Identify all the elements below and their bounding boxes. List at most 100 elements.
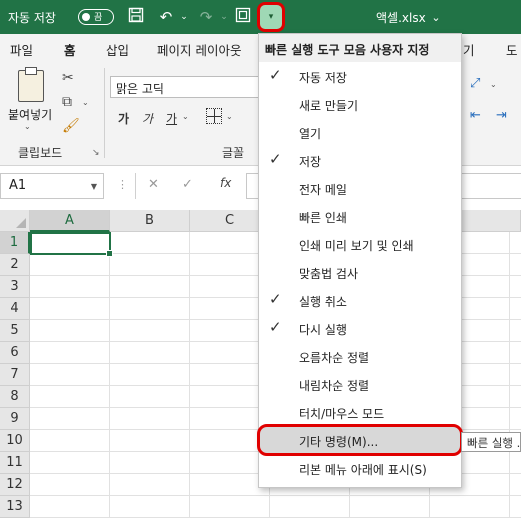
customize-qat-menu: 빠른 실행 도구 모음 사용자 지정 ✓ 자동 저장새로 만들기열기 ✓ 저장전자 메… <box>257 33 463 488</box>
menu-item[interactable]: ✓ 실행 취소 <box>259 286 461 314</box>
select-all-button[interactable] <box>0 210 30 232</box>
column-header[interactable]: A <box>30 210 110 232</box>
enter-icon[interactable]: ✓ <box>182 177 193 192</box>
increase-indent-icon[interactable]: ⇥ <box>496 108 507 123</box>
customize-qat-button[interactable]: ▾ <box>257 2 285 32</box>
menu-item[interactable]: 터치/마우스 모드 <box>259 398 461 426</box>
underline-dropdown-icon[interactable]: ⌄ <box>182 112 189 121</box>
row-header[interactable]: 4 <box>0 298 30 320</box>
menu-item-label: 새로 만들기 <box>299 99 359 113</box>
undo-icon[interactable]: ↶ <box>156 7 176 27</box>
formula-bar-divider <box>135 173 136 199</box>
menu-item-label: 리본 메뉴 아래에 표시(S) <box>299 463 427 477</box>
menu-item[interactable]: 전자 메일 <box>259 174 461 202</box>
menu-item[interactable]: 오름차순 정렬 <box>259 342 461 370</box>
paste-icon[interactable] <box>18 67 44 102</box>
redo-icon[interactable]: ↷ <box>196 7 216 27</box>
paste-dropdown-icon[interactable]: ⌄ <box>24 122 31 131</box>
name-box[interactable]: A1 ▼ <box>0 173 104 199</box>
menu-item[interactable]: 인쇄 미리 보기 및 인쇄 <box>259 230 461 258</box>
tab-partial-1[interactable]: 기 <box>463 40 475 59</box>
borders-dropdown-icon[interactable]: ⌄ <box>226 112 233 121</box>
check-icon: ✓ <box>269 318 282 336</box>
menu-item[interactable]: 내림차순 정렬 <box>259 370 461 398</box>
tooltip: 빠른 실행 ... <box>461 432 521 452</box>
menu-item-label: 인쇄 미리 보기 및 인쇄 <box>299 239 414 253</box>
redo-dropdown-icon[interactable]: ⌄ <box>214 7 234 27</box>
orientation-dropdown-icon[interactable]: ⌄ <box>490 80 497 89</box>
row-header[interactable]: 5 <box>0 320 30 342</box>
group-divider <box>104 68 105 158</box>
column-header[interactable]: B <box>110 210 190 232</box>
file-name[interactable]: 액셀.xlsx <box>376 9 426 26</box>
toggle-knob <box>82 12 90 21</box>
format-painter-icon[interactable]: 🖌 <box>62 118 80 134</box>
menu-item-label: 전자 메일 <box>299 183 347 197</box>
row-header[interactable]: 6 <box>0 342 30 364</box>
row-header[interactable]: 1 <box>0 232 30 254</box>
menu-item[interactable]: ✓ 자동 저장 <box>259 62 461 90</box>
undo-dropdown-icon[interactable]: ⌄ <box>174 7 194 27</box>
menu-item-label: 내림차순 정렬 <box>299 379 370 393</box>
active-cell-a1[interactable] <box>30 232 113 257</box>
check-icon: ✓ <box>269 66 282 84</box>
tab-page-layout[interactable]: 페이지 레이아웃 <box>157 40 241 59</box>
row-header[interactable]: 8 <box>0 386 30 408</box>
row-header[interactable]: 13 <box>0 496 30 518</box>
customize-qat-icon: ▾ <box>268 12 274 22</box>
font-group-label: 글꼴 <box>222 146 245 160</box>
row-header[interactable]: 2 <box>0 254 30 276</box>
cut-icon[interactable]: ✂ <box>62 70 74 86</box>
italic-button[interactable]: 가 <box>142 110 153 127</box>
clipboard-launcher-icon[interactable]: ↘ <box>92 148 100 158</box>
check-icon: ✓ <box>269 290 282 308</box>
menu-item-label: 기타 명령(M)... <box>299 435 379 449</box>
borders-icon[interactable] <box>206 108 222 124</box>
menu-item[interactable]: 열기 <box>259 118 461 146</box>
cancel-icon[interactable]: ✕ <box>148 177 159 192</box>
menu-item[interactable]: ✓ 저장 <box>259 146 461 174</box>
copy-icon[interactable]: ⧉ <box>62 94 72 110</box>
tab-insert[interactable]: 삽입 <box>106 40 129 59</box>
menu-item-label: 열기 <box>299 127 322 141</box>
menu-item[interactable]: 맞춤법 검사 <box>259 258 461 286</box>
tab-partial-2[interactable]: 도 <box>506 40 518 59</box>
title-bar: 자동 저장 끔 ↶ ⌄ ↷ ⌄ ▾ 액셀.xlsx ⌄ <box>0 0 521 34</box>
name-box-dropdown-icon[interactable]: ▼ <box>91 182 97 191</box>
menu-item[interactable]: ✓ 다시 실행 <box>259 314 461 342</box>
autosave-label: 자동 저장 <box>8 11 56 25</box>
check-icon: ✓ <box>269 150 282 168</box>
menu-item[interactable]: 새로 만들기 <box>259 90 461 118</box>
row-header[interactable]: 9 <box>0 408 30 430</box>
menu-item-label: 오름차순 정렬 <box>299 351 370 365</box>
formula-bar-grip-icon[interactable]: ⋮ <box>117 178 128 191</box>
font-name-box[interactable]: 맑은 고딕 <box>110 76 260 98</box>
tab-home[interactable]: 홈 <box>62 40 77 65</box>
autosave-toggle[interactable]: 끔 <box>78 9 114 25</box>
menu-item[interactable]: 리본 메뉴 아래에 표시(S) <box>259 454 461 482</box>
row-header[interactable]: 7 <box>0 364 30 386</box>
row-header[interactable]: 11 <box>0 452 30 474</box>
orientation-icon[interactable]: ⤢ <box>470 76 480 91</box>
row-header[interactable]: 3 <box>0 276 30 298</box>
row-header[interactable]: 10 <box>0 430 30 452</box>
tab-file[interactable]: 파일 <box>10 40 33 59</box>
save-icon[interactable] <box>126 7 146 27</box>
underline-button[interactable]: 가 <box>166 110 177 127</box>
touch-mode-icon[interactable] <box>233 7 253 27</box>
menu-item[interactable]: 빠른 인쇄 <box>259 202 461 230</box>
font-name: 맑은 고딕 <box>116 82 164 96</box>
menu-title: 빠른 실행 도구 모음 사용자 지정 <box>259 34 461 62</box>
decrease-indent-icon[interactable]: ⇤ <box>470 108 481 123</box>
name-box-value: A1 <box>9 178 27 193</box>
menu-item-label: 자동 저장 <box>299 71 347 85</box>
paste-button[interactable]: 붙여넣기 <box>8 106 52 123</box>
more-commands-item[interactable]: 기타 명령(M)... <box>257 424 463 456</box>
filename-chevron-icon[interactable]: ⌄ <box>426 8 446 28</box>
insert-function-button[interactable]: fx <box>220 176 231 190</box>
copy-dropdown-icon[interactable]: ⌄ <box>82 98 89 107</box>
row-header[interactable]: 12 <box>0 474 30 496</box>
bold-button[interactable]: 가 <box>118 110 129 127</box>
menu-item-label: 실행 취소 <box>299 295 347 309</box>
autosave-state: 끔 <box>94 13 103 23</box>
